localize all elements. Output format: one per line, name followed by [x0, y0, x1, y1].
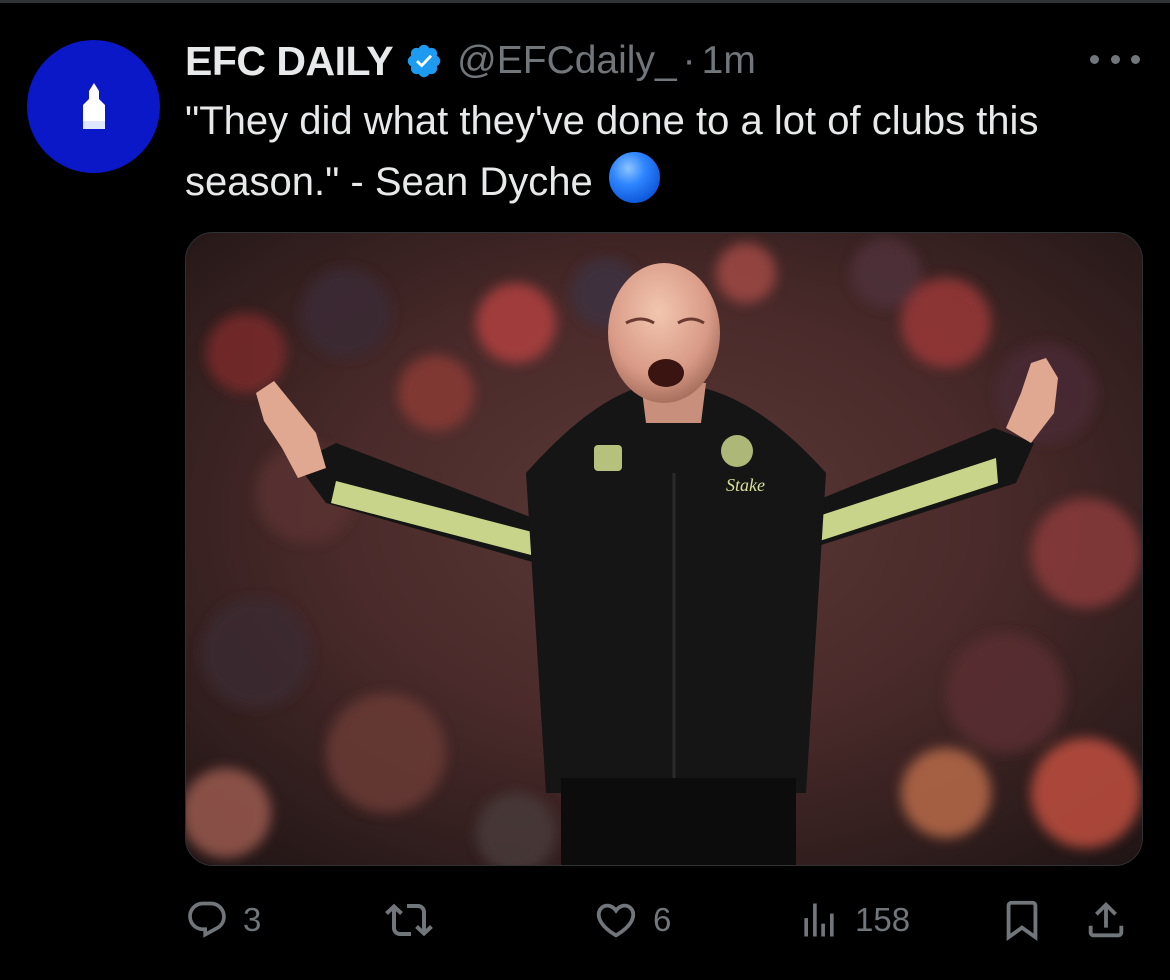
verified-badge-icon[interactable] [405, 42, 443, 80]
views-button[interactable]: 158 [797, 890, 910, 950]
like-count: 6 [653, 901, 672, 938]
retweet-button[interactable] [385, 890, 447, 950]
views-chart-icon [804, 903, 834, 937]
bookmark-button[interactable] [999, 890, 1045, 950]
bookmark-icon [1006, 900, 1038, 941]
views-count: 158 [855, 901, 911, 938]
heart-icon [596, 903, 636, 938]
retweet-icon [385, 903, 433, 937]
separator-dot: · [682, 39, 696, 82]
tweet[interactable]: EFC DAILY @EFCdaily_ · 1m "They did what… [0, 0, 1170, 980]
action-bar: 3 6 158 [185, 890, 1145, 950]
avatar[interactable] [27, 40, 160, 173]
reply-button[interactable]: 3 [185, 890, 261, 950]
reply-icon [188, 901, 226, 938]
blue-circle-emoji-icon [606, 150, 662, 205]
more-options-icon[interactable] [1090, 48, 1140, 70]
tweet-header: EFC DAILY @EFCdaily_ · 1m [185, 38, 756, 84]
share-button[interactable] [1083, 890, 1129, 950]
avatar-logo-icon [82, 82, 105, 129]
tweet-text: "They did what they've done to a lot of … [185, 92, 1115, 211]
like-button[interactable]: 6 [593, 890, 671, 950]
user-handle[interactable]: @EFCdaily_ [457, 39, 677, 83]
display-name[interactable]: EFC DAILY [185, 38, 394, 85]
timestamp[interactable]: 1m [702, 39, 756, 83]
share-icon [1088, 901, 1124, 938]
reply-count: 3 [243, 901, 262, 938]
tweet-media-image[interactable]: Stake [185, 232, 1143, 866]
jacket-sponsor-text: Stake [726, 475, 765, 495]
